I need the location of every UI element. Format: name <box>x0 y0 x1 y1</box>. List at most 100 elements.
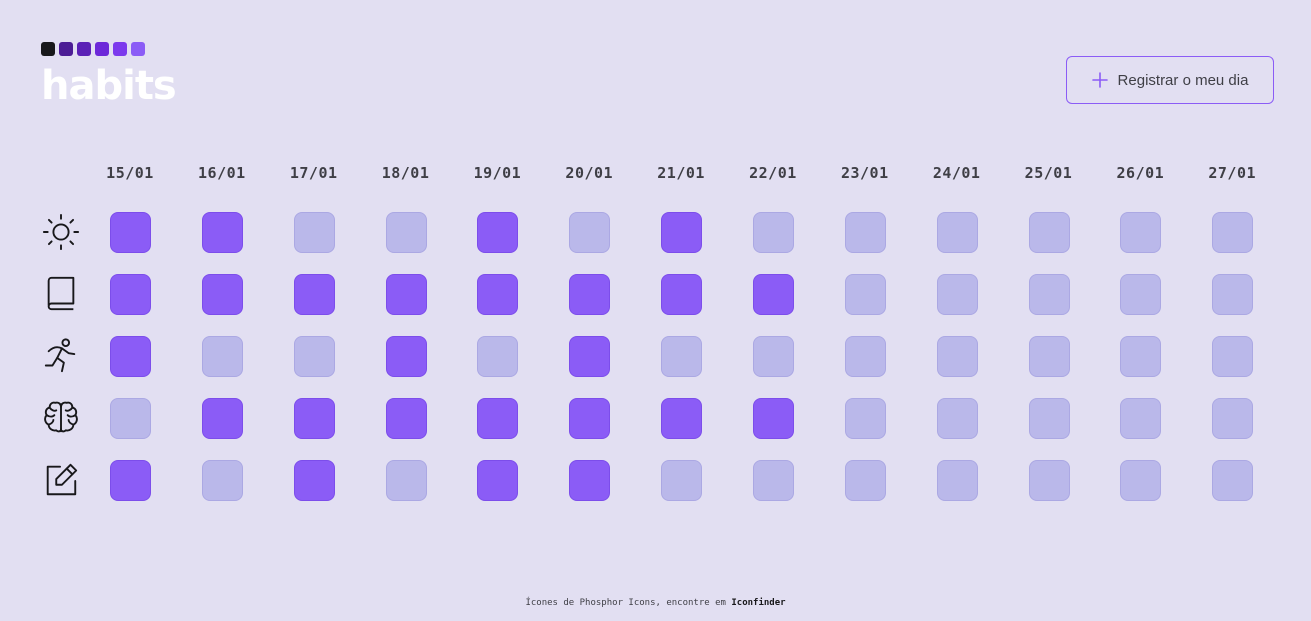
date-label: 17/01 <box>289 164 338 182</box>
habit-cell-empty[interactable] <box>1212 336 1254 377</box>
habit-cell-empty[interactable] <box>936 460 978 501</box>
date-header-row: 15/01 16/01 17/01 18/01 19/01 20/01 21/01 22/01… <box>0 164 1311 184</box>
person-running-icon <box>41 336 81 376</box>
register-day-button-label: Registrar o meu dia <box>1117 71 1249 89</box>
habit-cell-empty[interactable] <box>752 460 794 501</box>
habit-cell-empty[interactable] <box>1212 398 1254 439</box>
habit-cell-empty[interactable] <box>1120 336 1162 377</box>
habit-cell-empty[interactable] <box>936 212 978 253</box>
date-label: 23/01 <box>840 164 889 182</box>
habit-cell-empty[interactable] <box>385 460 427 501</box>
logo-square <box>95 42 109 56</box>
habit-cell-done[interactable] <box>293 274 335 315</box>
sun-icon <box>41 212 81 252</box>
plus-icon <box>1091 72 1108 88</box>
habit-cell-empty[interactable] <box>752 336 794 377</box>
habit-cell-empty[interactable] <box>752 212 794 253</box>
habit-cell-done[interactable] <box>752 274 794 315</box>
habit-cell-done[interactable] <box>385 398 427 439</box>
footer-text: Ícones de Phosphor Icons, encontre em <box>525 598 726 608</box>
brain-icon <box>41 398 81 438</box>
logo: habits <box>41 42 177 109</box>
habit-cell-empty[interactable] <box>1028 336 1070 377</box>
habit-cell-done[interactable] <box>661 398 703 439</box>
habit-cell-done[interactable] <box>293 460 335 501</box>
habit-cell-empty[interactable] <box>844 398 886 439</box>
footer: Ícones de Phosphor Icons, encontre em Ic… <box>0 598 1311 608</box>
habit-cell-done[interactable] <box>661 212 703 253</box>
habit-cell-empty[interactable] <box>1120 212 1162 253</box>
logo-square <box>41 42 55 56</box>
habit-cell-empty[interactable] <box>1028 274 1070 315</box>
habit-cell-empty[interactable] <box>201 460 243 501</box>
date-label: 24/01 <box>932 164 981 182</box>
habit-cell-empty[interactable] <box>936 274 978 315</box>
habit-cell-done[interactable] <box>661 274 703 315</box>
habit-cell-empty[interactable] <box>1212 274 1254 315</box>
habit-cell-empty[interactable] <box>1028 212 1070 253</box>
date-label: 25/01 <box>1024 164 1073 182</box>
habit-cell-done[interactable] <box>569 398 611 439</box>
page: habits Registrar o meu dia 15/01 16/01 17/… <box>0 0 1311 621</box>
habit-cell-done[interactable] <box>477 398 519 439</box>
habit-cell-empty[interactable] <box>1120 398 1162 439</box>
date-label: 15/01 <box>106 164 154 182</box>
habit-cell-empty[interactable] <box>293 336 335 377</box>
habit-cell-empty[interactable] <box>110 398 151 439</box>
date-label: 26/01 <box>1116 164 1165 182</box>
date-label: 19/01 <box>473 164 522 182</box>
habit-cell-done[interactable] <box>201 398 243 439</box>
habit-cell-done[interactable] <box>477 212 519 253</box>
book-icon <box>41 274 81 314</box>
habit-cell-empty[interactable] <box>477 336 519 377</box>
habit-cell-done[interactable] <box>110 336 151 377</box>
habit-cell-empty[interactable] <box>936 398 978 439</box>
date-label: 22/01 <box>749 164 797 182</box>
habit-cell-empty[interactable] <box>1212 212 1254 253</box>
habit-cell-done[interactable] <box>477 460 519 501</box>
date-label: 21/01 <box>657 164 705 182</box>
habit-cell-done[interactable] <box>569 336 611 377</box>
habit-cell-empty[interactable] <box>844 336 886 377</box>
habit-cell-empty[interactable] <box>385 212 427 253</box>
habit-cell-empty[interactable] <box>1028 460 1070 501</box>
habit-cell-done[interactable] <box>201 274 243 315</box>
habit-cell-empty[interactable] <box>1212 460 1254 501</box>
date-label: 18/01 <box>381 164 430 182</box>
iconfinder-link[interactable]: Iconfinder <box>731 598 785 608</box>
habit-cell-empty[interactable] <box>293 212 335 253</box>
habit-cell-done[interactable] <box>110 212 151 253</box>
habit-cell-empty[interactable] <box>1028 398 1070 439</box>
habit-cell-empty[interactable] <box>661 336 703 377</box>
habit-cell-done[interactable] <box>110 460 151 501</box>
habit-cell-done[interactable] <box>385 274 427 315</box>
habit-cell-done[interactable] <box>201 212 243 253</box>
habit-cell-empty[interactable] <box>844 212 886 253</box>
habit-cell-done[interactable] <box>293 398 335 439</box>
habit-cell-done[interactable] <box>569 274 611 315</box>
note-pencil-icon <box>41 460 81 500</box>
habit-cell-done[interactable] <box>752 398 794 439</box>
habit-cell-done[interactable] <box>569 460 611 501</box>
habit-cell-empty[interactable] <box>844 274 886 315</box>
habit-cell-empty[interactable] <box>1120 274 1162 315</box>
register-day-button[interactable]: Registrar o meu dia <box>1066 56 1274 104</box>
logo-square <box>113 42 127 56</box>
logo-square <box>59 42 73 56</box>
logo-squares <box>41 42 176 56</box>
habit-cell-empty[interactable] <box>844 460 886 501</box>
habit-cell-done[interactable] <box>385 336 427 377</box>
habit-cell-done[interactable] <box>477 274 519 315</box>
habit-cell-empty[interactable] <box>936 336 978 377</box>
habit-cell-empty[interactable] <box>1120 460 1162 501</box>
date-label: 16/01 <box>198 164 246 182</box>
habit-cell-empty[interactable] <box>569 212 611 253</box>
habit-cell-done[interactable] <box>110 274 151 315</box>
logo-square <box>77 42 91 56</box>
date-label: 27/01 <box>1208 164 1257 182</box>
habit-cell-empty[interactable] <box>661 460 703 501</box>
habit-cell-empty[interactable] <box>201 336 243 377</box>
date-label: 20/01 <box>565 164 614 182</box>
logo-text: habits <box>41 63 177 109</box>
logo-square <box>131 42 145 56</box>
